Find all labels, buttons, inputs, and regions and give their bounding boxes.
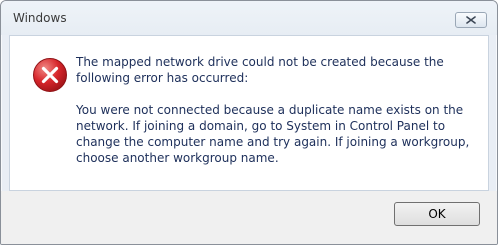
- ok-button[interactable]: OK: [394, 202, 480, 226]
- dialog-footer: OK: [1, 191, 497, 244]
- message-text: The mapped network drive could not be cr…: [76, 54, 476, 182]
- message-paragraph-2: You were not connected because a duplica…: [76, 103, 470, 165]
- dialog-content: The mapped network drive could not be cr…: [9, 35, 489, 191]
- title-bar[interactable]: Windows: [1, 1, 497, 35]
- error-icon: [33, 58, 67, 92]
- error-dialog: Windows The mapped network drive could n…: [0, 0, 498, 245]
- close-icon: [466, 16, 476, 24]
- close-button[interactable]: [455, 12, 487, 28]
- message-paragraph-1: The mapped network drive could not be cr…: [76, 55, 444, 85]
- window-title: Windows: [13, 11, 67, 25]
